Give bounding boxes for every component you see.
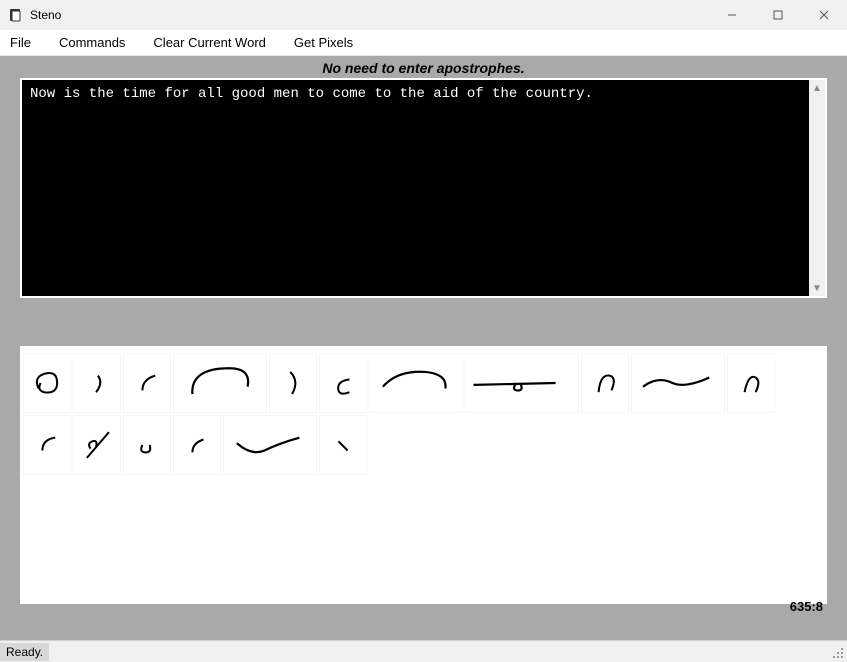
menu-file[interactable]: File xyxy=(6,33,35,52)
resize-grip-icon[interactable] xyxy=(831,646,845,660)
glyph xyxy=(124,354,170,412)
glyph xyxy=(174,416,220,474)
glyph xyxy=(466,354,578,412)
maximize-button[interactable] xyxy=(755,0,801,30)
app-window: Steno File Commands Clear Current Word G… xyxy=(0,0,847,662)
glyph xyxy=(320,416,366,474)
menu-get-pixels[interactable]: Get Pixels xyxy=(290,33,357,52)
glyph xyxy=(728,354,774,412)
text-editor[interactable] xyxy=(22,80,809,296)
scroll-down-icon: ▼ xyxy=(809,280,825,296)
editor-scrollbar[interactable]: ▲ ▼ xyxy=(809,80,825,296)
glyph xyxy=(124,416,170,474)
instruction-label: No need to enter apostrophes. xyxy=(20,60,827,76)
menu-clear-current-word[interactable]: Clear Current Word xyxy=(149,33,269,52)
text-editor-panel: ▲ ▼ xyxy=(20,78,827,298)
glyph xyxy=(632,354,724,412)
glyph xyxy=(24,416,70,474)
status-text: Ready. xyxy=(0,643,49,661)
glyph xyxy=(74,354,120,412)
close-button[interactable] xyxy=(801,0,847,30)
client-area: No need to enter apostrophes. ▲ ▼ xyxy=(0,56,847,640)
glyph xyxy=(320,354,366,412)
window-title: Steno xyxy=(30,8,61,22)
minimize-icon xyxy=(727,10,737,20)
statusbar: Ready. xyxy=(0,640,847,662)
menu-commands[interactable]: Commands xyxy=(55,33,129,52)
titlebar: Steno xyxy=(0,0,847,30)
menubar: File Commands Clear Current Word Get Pix… xyxy=(0,30,847,56)
app-icon xyxy=(8,7,24,23)
glyph xyxy=(74,416,120,474)
glyph xyxy=(370,354,462,412)
maximize-icon xyxy=(773,10,783,20)
shorthand-canvas[interactable] xyxy=(20,346,827,604)
coordinate-readout: 635:8 xyxy=(790,599,823,614)
glyph xyxy=(24,354,70,412)
close-icon xyxy=(819,10,829,20)
glyph xyxy=(582,354,628,412)
glyph xyxy=(224,416,316,474)
glyph xyxy=(270,354,316,412)
scroll-up-icon: ▲ xyxy=(809,80,825,96)
glyph xyxy=(174,354,266,412)
minimize-button[interactable] xyxy=(709,0,755,30)
